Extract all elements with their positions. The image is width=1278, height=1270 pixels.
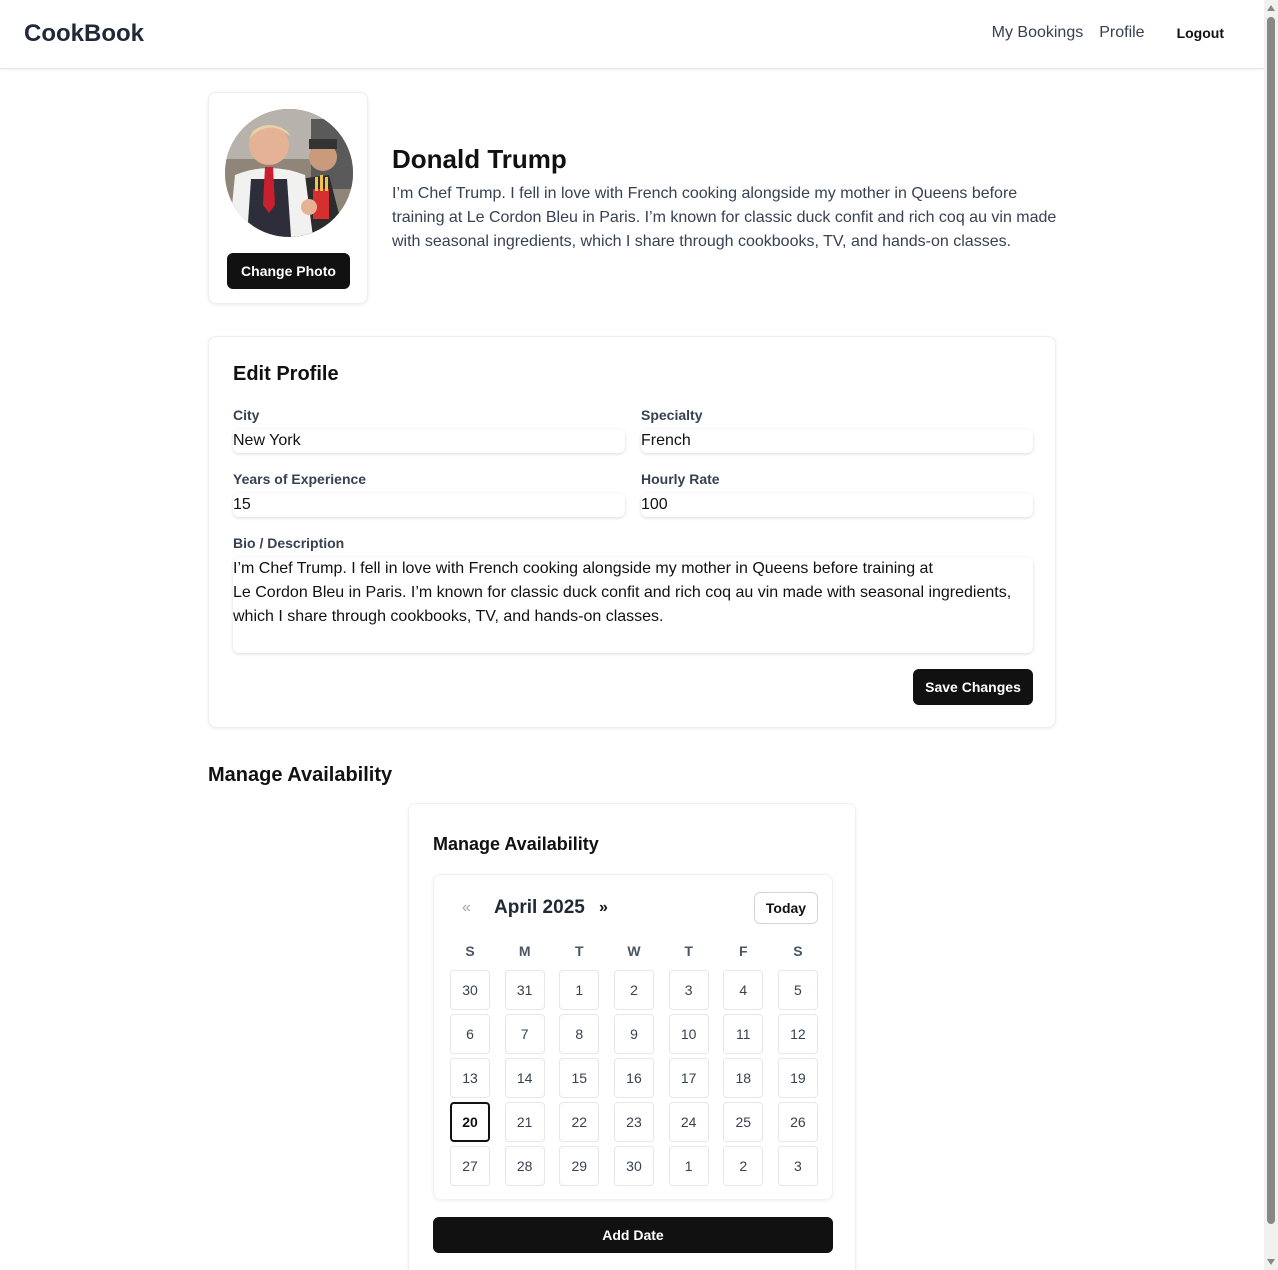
availability-card-title: Manage Availability [433, 834, 599, 854]
city-input[interactable] [233, 429, 625, 453]
weekday-label: W [627, 943, 641, 959]
calendar-day[interactable]: 12 [777, 1014, 818, 1054]
calendar-day[interactable]: 1 [668, 1146, 709, 1186]
calendar-day[interactable]: 1 [559, 970, 600, 1010]
profile-name: Donald Trump [392, 144, 567, 174]
calendar-day[interactable]: 24 [668, 1102, 709, 1142]
calendar-day[interactable]: 3 [777, 1146, 818, 1186]
hourly-rate-input[interactable] [641, 493, 1033, 517]
calendar-day[interactable]: 27 [450, 1146, 490, 1186]
nav-my-bookings[interactable]: My Bookings [992, 24, 1084, 42]
weekday-label: T [684, 943, 693, 959]
calendar-day[interactable]: 14 [504, 1058, 545, 1098]
weekday-header: SMTWTFS [450, 943, 818, 959]
experience-label: Years of Experience [233, 471, 367, 487]
weekday-label: S [793, 943, 803, 959]
manage-availability-heading: Manage Availability [208, 764, 393, 786]
profile-photo-card: Change Photo [208, 92, 368, 304]
nav-links: My Bookings Profile Logout [976, 24, 1224, 42]
next-month-button[interactable]: » [599, 899, 608, 917]
calendar-day[interactable]: 23 [613, 1102, 654, 1142]
avatar-photo-icon [225, 109, 353, 237]
scrollbar-thumb[interactable] [1267, 17, 1275, 1224]
calendar-day[interactable]: 15 [559, 1058, 600, 1098]
weekday-label: M [518, 943, 531, 959]
calendar-day[interactable]: 2 [723, 1146, 764, 1186]
calendar-day[interactable]: 20 [450, 1102, 490, 1142]
calendar-day[interactable]: 13 [450, 1058, 490, 1098]
calendar-day[interactable]: 6 [450, 1014, 490, 1054]
bio-textarea[interactable]: I’m Chef Trump. I fell in love with Fren… [233, 557, 1033, 653]
weekday-label: F [739, 943, 748, 959]
calendar-day[interactable]: 17 [668, 1058, 709, 1098]
calendar-grid: 30 31 1 2 3 4 5 6 7 8 9 10 11 12 13 14 15 16 17 18 19 20 21 22 2… [450, 970, 818, 1186]
calendar-day[interactable]: 4 [723, 970, 764, 1010]
calendar-day[interactable]: 9 [613, 1014, 654, 1054]
specialty-input[interactable] [641, 429, 1033, 453]
scroll-up-arrow-icon[interactable] [1267, 5, 1275, 11]
calendar-day[interactable]: 8 [559, 1014, 600, 1054]
weekday-label: S [465, 943, 475, 959]
edit-profile-card: Edit Profile City Specialty Years of Exp… [208, 336, 1056, 728]
scrollbar[interactable] [1264, 0, 1278, 1270]
brand-logo[interactable]: CookBook [24, 20, 144, 48]
edit-profile-title: Edit Profile [233, 363, 339, 385]
calendar-day[interactable]: 5 [777, 970, 818, 1010]
calendar-day[interactable]: 19 [777, 1058, 818, 1098]
calendar-day[interactable]: 26 [777, 1102, 818, 1142]
bio-label: Bio / Description [233, 535, 345, 551]
calendar-day[interactable]: 18 [723, 1058, 764, 1098]
hourly-rate-label: Hourly Rate [641, 471, 720, 487]
calendar-day[interactable]: 7 [504, 1014, 545, 1054]
logout-button[interactable]: Logout [1177, 25, 1224, 41]
nav-profile[interactable]: Profile [1099, 24, 1144, 42]
navbar: CookBook My Bookings Profile Logout [0, 0, 1264, 69]
scroll-down-arrow-icon[interactable] [1267, 1259, 1275, 1265]
calendar-day[interactable]: 31 [504, 970, 545, 1010]
avatar [225, 109, 353, 237]
add-date-button[interactable]: Add Date [433, 1217, 833, 1253]
prev-month-button[interactable]: « [462, 899, 471, 917]
today-button[interactable]: Today [754, 892, 818, 924]
calendar-day[interactable]: 2 [613, 970, 654, 1010]
calendar-day[interactable]: 11 [723, 1014, 764, 1054]
calendar-month-label: April 2025 [494, 897, 585, 918]
profile-bio: I’m Chef Trump. I fell in love with Fren… [392, 185, 1057, 250]
calendar-day[interactable]: 29 [559, 1146, 600, 1186]
specialty-label: Specialty [641, 407, 703, 423]
availability-card: Manage Availability « April 2025 » Today… [408, 803, 856, 1270]
experience-input[interactable] [233, 493, 625, 517]
city-label: City [233, 407, 260, 423]
calendar-day[interactable]: 22 [559, 1102, 600, 1142]
change-photo-button[interactable]: Change Photo [227, 253, 350, 289]
calendar-day[interactable]: 30 [613, 1146, 654, 1186]
weekday-label: T [575, 943, 584, 959]
calendar-day[interactable]: 10 [668, 1014, 709, 1054]
calendar-day[interactable]: 3 [668, 970, 709, 1010]
calendar: « April 2025 » Today SMTWTFS 30 31 1 2 3 4 5 6 7… [433, 874, 833, 1200]
calendar-day[interactable]: 28 [504, 1146, 545, 1186]
calendar-day[interactable]: 16 [613, 1058, 654, 1098]
save-changes-button[interactable]: Save Changes [913, 669, 1033, 705]
calendar-day[interactable]: 21 [504, 1102, 545, 1142]
calendar-day[interactable]: 30 [450, 970, 490, 1010]
calendar-day[interactable]: 25 [723, 1102, 764, 1142]
